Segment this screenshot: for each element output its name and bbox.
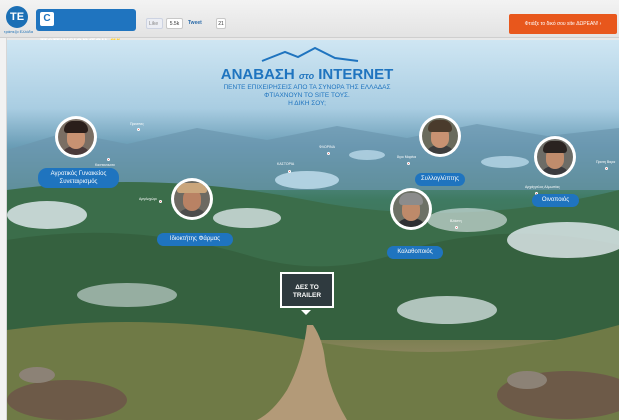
place-marker bbox=[605, 167, 608, 170]
avatar-photo bbox=[393, 191, 429, 227]
hero-scene: ΑΝΑΒΑΣΗ στο INTERNET ΠΕΝΤΕ ΕΠΙΧΕΙΡΗΣΕΙΣ … bbox=[7, 40, 619, 420]
person-label-cooperative[interactable]: Αγροτικός Γυναικείος Συνεταιρισμός bbox=[38, 168, 119, 188]
subtitle-line2: ΦΤΙΑΧΝΟΥΝ ΤΟ SITE ΤΟΥΣ. bbox=[264, 92, 350, 99]
person-avatar-farm-owner[interactable] bbox=[171, 178, 213, 220]
tweet-count: 21 bbox=[216, 18, 226, 29]
label-line2: Συνεταιρισμός bbox=[59, 179, 98, 185]
person-avatar-winemaker[interactable] bbox=[534, 136, 576, 178]
person-label-winemaker[interactable]: Οινοποιός bbox=[532, 194, 579, 207]
place-label: Αρχάγγελος Αλμωπίας bbox=[525, 185, 560, 189]
watch-trailer-button[interactable]: ΔΕΣ ΤΟ TRAILER bbox=[280, 272, 334, 308]
place-label: ΦΛΩΡΙΝΑ bbox=[319, 145, 335, 149]
person-avatar-collector[interactable] bbox=[419, 115, 461, 157]
logo-subtitle: τράπεζα Ελλάδα bbox=[4, 29, 34, 34]
title-small: στο bbox=[298, 71, 315, 81]
place-marker bbox=[288, 170, 291, 173]
place-marker bbox=[455, 226, 458, 229]
person-label-basket-maker[interactable]: Καλαθοποιός bbox=[387, 246, 443, 259]
facebook-like-button[interactable]: Like bbox=[146, 18, 163, 29]
brand-logo[interactable]: Cπεπιχειρησου.gr bbox=[36, 9, 136, 47]
trailer-line2: TRAILER bbox=[292, 292, 322, 299]
logo-mark: ΤΕ bbox=[6, 6, 28, 28]
trailer-pointer-icon bbox=[301, 310, 311, 315]
like-count: 5.5k bbox=[166, 18, 183, 29]
person-label-collector[interactable]: Συλλογλύπτης bbox=[415, 173, 465, 186]
place-marker bbox=[407, 162, 410, 165]
subtitle-line1: ΠΕΝΤΕ ΕΠΙΧΕΙΡΗΣΕΙΣ ΑΠΟ ΤΑ ΣΥΝΟΡΑ ΤΗΣ ΕΛΛ… bbox=[223, 84, 391, 91]
place-label: Πρατη Βαρα bbox=[596, 160, 616, 164]
person-avatar-basket-maker[interactable] bbox=[390, 188, 432, 230]
left-edge bbox=[0, 38, 7, 420]
place-label: Αργιλοχώρι bbox=[139, 197, 157, 201]
bank-logo[interactable]: ΤΕ τράπεζα Ελλάδα bbox=[4, 6, 34, 34]
person-label-farm-owner[interactable]: Ιδιοκτήτης Φάρμας bbox=[157, 233, 233, 246]
subtitle-line3: Η ΔΙΚΗ ΣΟΥ; bbox=[288, 100, 326, 107]
person-avatar-cooperative[interactable] bbox=[55, 116, 97, 158]
title-part1: ΑΝΑΒΑΣΗ bbox=[220, 66, 295, 83]
avatar-photo bbox=[174, 181, 210, 217]
place-marker bbox=[327, 152, 330, 155]
create-site-button[interactable]: Φτιάξε το δικό σου site ΔΩΡΕΑΝ! › bbox=[509, 14, 617, 34]
title-part2: INTERNET bbox=[318, 66, 394, 83]
place-label: Πρεσπες bbox=[130, 122, 144, 126]
place-label: ΚΑΣΤΟΡΙΑ bbox=[277, 162, 295, 166]
mountain-icon bbox=[261, 46, 359, 62]
tweet-button[interactable]: Tweet bbox=[188, 18, 214, 29]
brand-c-icon: C bbox=[40, 12, 54, 27]
place-label: Καστανουσα bbox=[95, 163, 115, 167]
avatar-photo bbox=[537, 139, 573, 175]
page-title: ΑΝΑΒΑΣΗ στο INTERNET bbox=[192, 66, 422, 83]
place-label: Άγιο Μαρίνα bbox=[397, 155, 417, 159]
avatar-photo bbox=[422, 118, 458, 154]
place-marker bbox=[107, 158, 110, 161]
top-bar: ΤΕ τράπεζα Ελλάδα Cπεπιχειρησου.gr Like … bbox=[0, 0, 619, 47]
place-marker bbox=[159, 200, 162, 203]
avatar-photo bbox=[58, 119, 94, 155]
trailer-line1: ΔΕΣ ΤΟ bbox=[295, 284, 319, 291]
page-subtitle: ΠΕΝΤΕ ΕΠΙΧΕΙΡΗΣΕΙΣ ΑΠΟ ΤΑ ΣΥΝΟΡΑ ΤΗΣ ΕΛΛ… bbox=[157, 84, 457, 108]
place-marker bbox=[137, 128, 140, 131]
place-label: Βλάστη bbox=[450, 219, 462, 223]
label-line1: Αγροτικός Γυναικείος bbox=[50, 171, 107, 177]
